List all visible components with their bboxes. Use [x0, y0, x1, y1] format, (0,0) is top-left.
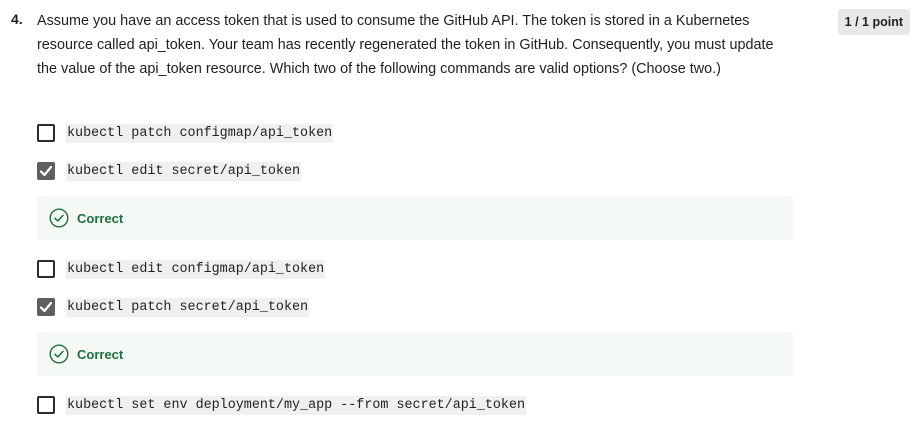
option-code: kubectl patch secret/api_token — [66, 297, 310, 317]
feedback-correct: Correct — [37, 332, 793, 376]
question-text: Assume you have an access token that is … — [37, 13, 774, 77]
feedback-label: Correct — [77, 346, 124, 362]
quiz-question: 4. Assume you have an access token that … — [0, 0, 920, 436]
checkbox[interactable] — [37, 260, 55, 278]
checkbox-checked[interactable] — [37, 162, 55, 180]
answer-option-4[interactable]: kubectl patch secret/api_token — [37, 295, 310, 319]
feedback-correct: Correct — [37, 196, 793, 240]
option-code: kubectl edit secret/api_token — [66, 161, 302, 181]
option-code: kubectl set env deployment/my_app --from… — [66, 395, 527, 415]
checkbox[interactable] — [37, 396, 55, 414]
answer-option-5[interactable]: kubectl set env deployment/my_app --from… — [37, 393, 527, 417]
answer-option-3[interactable]: kubectl edit configmap/api_token — [37, 257, 326, 281]
check-icon — [39, 301, 53, 313]
points-badge: 1 / 1 point — [837, 9, 910, 35]
check-circle-icon — [49, 208, 69, 228]
answer-option-1[interactable]: kubectl patch configmap/api_token — [37, 121, 334, 145]
question-number: 4. — [11, 11, 23, 27]
answer-option-2[interactable]: kubectl edit secret/api_token — [37, 159, 302, 183]
checkbox-checked[interactable] — [37, 298, 55, 316]
checkbox[interactable] — [37, 124, 55, 142]
option-code: kubectl patch configmap/api_token — [66, 123, 334, 143]
check-icon — [39, 165, 53, 177]
feedback-label: Correct — [77, 210, 124, 226]
check-circle-icon — [49, 344, 69, 364]
option-code: kubectl edit configmap/api_token — [66, 259, 326, 279]
